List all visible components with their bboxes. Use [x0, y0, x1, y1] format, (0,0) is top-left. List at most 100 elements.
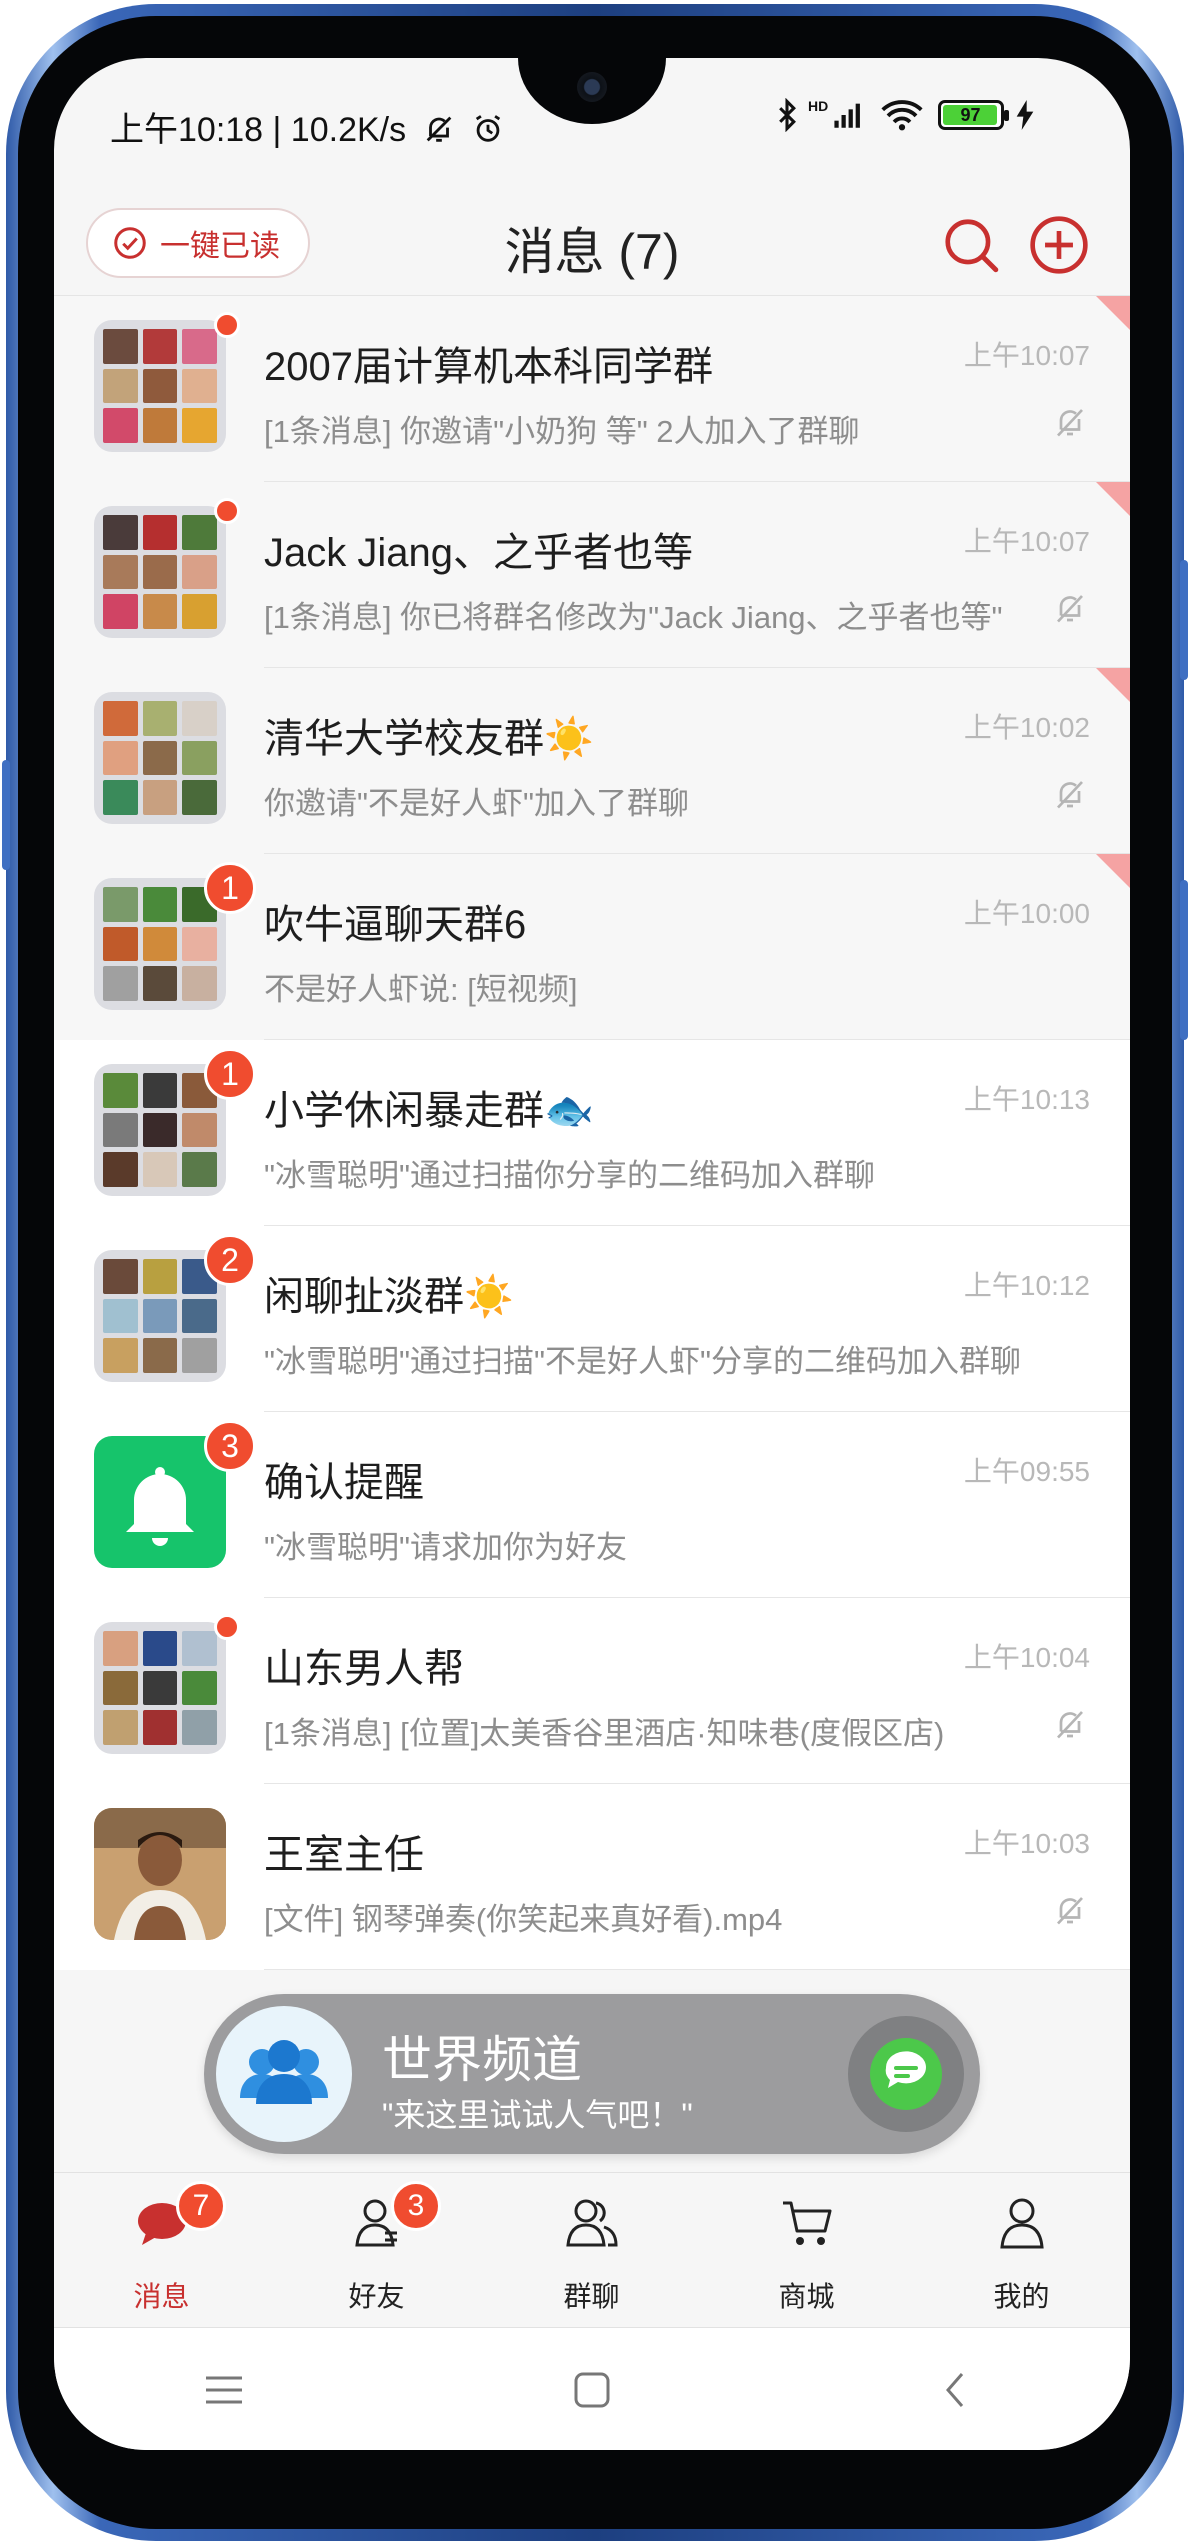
- status-time: 上午10:18 | 10.2K/s: [110, 111, 407, 149]
- pinned-corner: [1096, 482, 1130, 516]
- conversation-row[interactable]: 3 确认提醒 上午09:55 "冰雪聪明"请求加你为好友: [54, 1412, 1130, 1598]
- conversation-title: 闲聊扯淡群☀️: [264, 1275, 514, 1319]
- conversation-time: 上午10:12: [963, 1270, 1090, 1301]
- bluetooth-icon: [778, 97, 796, 133]
- tab-badge: 3: [391, 2181, 441, 2231]
- people-icon: [240, 2040, 328, 2104]
- tab-1[interactable]: 3 好友: [269, 2173, 484, 2329]
- world-chat-button[interactable]: [848, 2016, 964, 2132]
- tab-label: 消息: [133, 2281, 190, 2312]
- charging-bolt-icon: [1016, 100, 1034, 130]
- conversation-row[interactable]: 2007届计算机本科同学群 上午10:07 [1条消息] 你邀请"小奶狗 等" …: [54, 296, 1130, 482]
- back-icon[interactable]: [934, 2368, 978, 2412]
- bottom-tab-bar: 7 消息 3 好友 群聊 商城 我的: [54, 2172, 1130, 2328]
- conversation-row[interactable]: 1 小学休闲暴走群🐟 上午10:13 "冰雪聪明"通过扫描你分享的二维码加入群聊: [54, 1040, 1130, 1226]
- profile-icon: [1000, 2198, 1044, 2249]
- conversation-row[interactable]: Jack Jiang、之乎者也等 上午10:07 [1条消息] 你已将群名修改为…: [54, 482, 1130, 668]
- unread-badge: 3: [204, 1420, 256, 1472]
- power-button: [1180, 880, 1188, 1040]
- tab-label: 商城: [778, 2281, 835, 2312]
- conversation-preview: "冰雪聪明"请求加你为好友: [264, 1530, 628, 1565]
- unread-badge: 2: [204, 1234, 256, 1286]
- world-channel-subtitle: "来这里试试人气吧！": [382, 2097, 693, 2133]
- menu-icon[interactable]: [202, 2368, 246, 2412]
- user-avatar: [94, 1808, 226, 1940]
- group-avatar: [94, 506, 226, 638]
- conversation-preview: [1条消息] 你已将群名修改为"Jack Jiang、之乎者也等": [264, 600, 1003, 635]
- world-channel-avatar: [216, 2006, 352, 2142]
- tab-label: 好友: [348, 2281, 405, 2312]
- pinned-corner: [1096, 668, 1130, 702]
- conversation-row[interactable]: 王室主任 上午10:03 [文件] 钢琴弹奏(你笑起来真好看).mp4: [54, 1784, 1130, 1970]
- unread-dot: [214, 312, 240, 338]
- muted-bell-icon: [1057, 595, 1083, 623]
- wifi-icon: [881, 100, 923, 131]
- world-channel-title: 世界频道: [382, 2032, 582, 2088]
- unread-dot: [214, 1614, 240, 1640]
- muted-bell-icon: [1057, 1711, 1083, 1739]
- chat-bubble-icon: [870, 2038, 942, 2110]
- muted-bell-icon: [1057, 1897, 1083, 1925]
- tab-2[interactable]: 群聊: [484, 2173, 699, 2329]
- header-bar: 一键已读 消息 (7): [54, 178, 1130, 296]
- system-navigation-bar: [54, 2328, 1130, 2450]
- conversation-title: 吹牛逼聊天群6: [264, 903, 527, 947]
- pinned-corner: [1096, 296, 1130, 330]
- conversation-title: 2007届计算机本科同学群: [264, 345, 713, 389]
- hd-label: HD: [807, 98, 829, 114]
- conversation-time: 上午10:13: [963, 1084, 1090, 1115]
- mute-bell-icon: [426, 116, 451, 142]
- tab-label: 我的: [993, 2281, 1050, 2312]
- person-photo: [94, 1808, 226, 1940]
- conversation-title: Jack Jiang、之乎者也等: [264, 531, 693, 575]
- conversation-list: 2007届计算机本科同学群 上午10:07 [1条消息] 你邀请"小奶狗 等" …: [54, 296, 1130, 1970]
- conversation-time: 上午09:55: [963, 1456, 1090, 1487]
- conversation-title: 山东男人帮: [264, 1647, 464, 1691]
- conversation-time: 上午10:07: [963, 526, 1090, 557]
- conversation-preview: [文件] 钢琴弹奏(你笑起来真好看).mp4: [264, 1902, 783, 1937]
- group-chat-icon: [566, 2199, 618, 2247]
- group-avatar: [94, 320, 226, 452]
- battery-indicator: 97: [937, 100, 1009, 130]
- group-avatar: [94, 692, 226, 824]
- conversation-row[interactable]: 1 吹牛逼聊天群6 上午10:00 不是好人虾说: [短视频]: [54, 854, 1130, 1040]
- tab-0[interactable]: 7 消息: [54, 2173, 269, 2329]
- tab-4[interactable]: 我的: [914, 2173, 1129, 2329]
- front-camera: [577, 72, 607, 102]
- add-circle-icon[interactable]: [1028, 214, 1090, 276]
- tab-3[interactable]: 商城: [699, 2173, 914, 2329]
- conversation-preview: [1条消息] [位置]太美香谷里酒店·知味巷(度假区店): [264, 1716, 945, 1751]
- unread-badge: 1: [204, 1048, 256, 1100]
- conversation-time: 上午10:02: [963, 712, 1090, 743]
- conversation-preview: 你邀请"不是好人虾"加入了群聊: [264, 786, 690, 821]
- conversation-title: 王室主任: [264, 1833, 424, 1877]
- conversation-title: 清华大学校友群☀️: [264, 717, 594, 761]
- conversation-row[interactable]: 清华大学校友群☀️ 上午10:02 你邀请"不是好人虾"加入了群聊: [54, 668, 1130, 854]
- search-icon[interactable]: [940, 214, 1002, 276]
- muted-bell-icon: [1057, 409, 1083, 437]
- conversation-row[interactable]: 2 闲聊扯淡群☀️ 上午10:12 "冰雪聪明"通过扫描"不是好人虾"分享的二维…: [54, 1226, 1130, 1412]
- conversation-row[interactable]: 山东男人帮 上午10:04 [1条消息] [位置]太美香谷里酒店·知味巷(度假区…: [54, 1598, 1130, 1784]
- conversation-time: 上午10:04: [963, 1642, 1090, 1673]
- conversation-preview: 不是好人虾说: [短视频]: [264, 972, 578, 1007]
- unread-dot: [214, 498, 240, 524]
- phone-screen: 上午10:18 | 10.2K/s HD 97 一键已读 消息 (7) 2007…: [54, 58, 1130, 2450]
- muted-bell-icon: [1057, 781, 1083, 809]
- home-icon[interactable]: [570, 2368, 614, 2412]
- phone-frame: 上午10:18 | 10.2K/s HD 97 一键已读 消息 (7) 2007…: [0, 0, 1190, 2547]
- conversation-time: 上午10:07: [963, 340, 1090, 371]
- cart-icon: [783, 2201, 832, 2245]
- tab-badge: 7: [176, 2181, 226, 2231]
- world-channel-banner[interactable]: 世界频道 "来这里试试人气吧！": [204, 1994, 980, 2154]
- unread-badge: 1: [204, 862, 256, 914]
- signal-icon: [834, 103, 860, 128]
- pinned-corner: [1096, 854, 1130, 888]
- alarm-icon: [475, 115, 501, 142]
- side-key: [2, 760, 10, 870]
- conversation-preview: "冰雪聪明"通过扫描"不是好人虾"分享的二维码加入群聊: [264, 1344, 1022, 1379]
- conversation-time: 上午10:03: [963, 1828, 1090, 1859]
- conversation-preview: "冰雪聪明"通过扫描你分享的二维码加入群聊: [264, 1158, 876, 1193]
- volume-button: [1180, 560, 1188, 680]
- tab-label: 群聊: [563, 2281, 620, 2312]
- group-avatar: [94, 1622, 226, 1754]
